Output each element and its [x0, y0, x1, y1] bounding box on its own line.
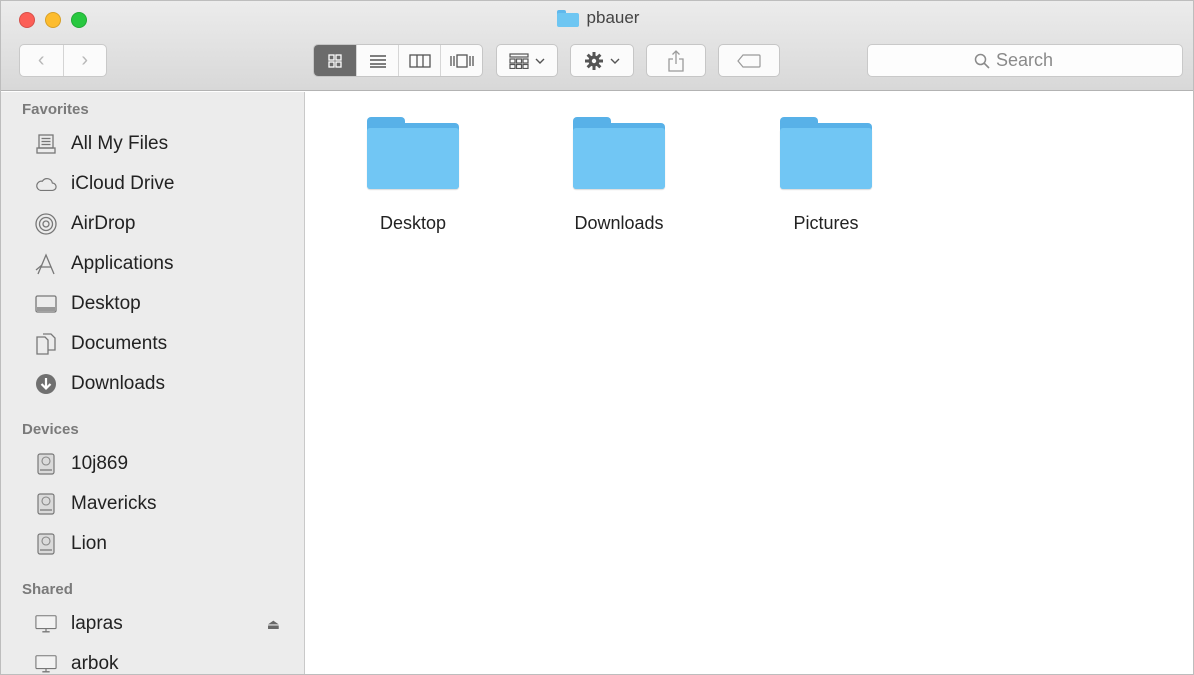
disk-icon	[35, 493, 57, 515]
sidebar-heading-favorites: Favorites	[22, 101, 89, 118]
forward-button[interactable]: ›	[62, 45, 107, 76]
arrange-button[interactable]	[496, 44, 558, 77]
finder-window: pbauer ‹ › Search Favorites All My Files…	[0, 0, 1194, 675]
sidebar-item-label: lapras	[71, 613, 123, 634]
title-toolbar: pbauer ‹ ›	[1, 1, 1193, 91]
sidebar-item-label: arbok	[71, 653, 119, 674]
folder-label: Downloads	[574, 213, 664, 233]
sidebar-item-documents[interactable]: Documents	[1, 324, 304, 364]
column-view-icon	[408, 53, 431, 68]
folder-icon	[780, 115, 872, 191]
sidebar-item-label: All My Files	[71, 133, 169, 154]
sidebar-item-10j869[interactable]: 10j869	[1, 444, 304, 484]
sidebar-item-airdrop[interactable]: AirDrop	[1, 204, 304, 244]
desktop-icon	[35, 293, 57, 315]
chevron-down-icon	[535, 58, 545, 64]
documents-icon	[35, 333, 57, 355]
list-view-button[interactable]	[356, 45, 398, 76]
search-field[interactable]	[867, 44, 1183, 77]
sidebar-item-label: Downloads	[71, 373, 165, 394]
list-view-icon	[369, 54, 386, 68]
folder-icon	[367, 115, 459, 191]
arrange-icon	[509, 52, 529, 69]
sidebar-item-label: 10j869	[71, 453, 129, 474]
window-title: pbauer	[1, 8, 1193, 28]
back-forward-group: ‹ ›	[19, 44, 107, 77]
folder-item-downloads[interactable]: Downloads	[549, 115, 689, 234]
action-button[interactable]	[570, 44, 634, 77]
sidebar-item-label: AirDrop	[71, 213, 136, 234]
all-files-icon	[35, 133, 57, 155]
disk-icon	[35, 453, 57, 475]
cloud-icon	[35, 173, 57, 195]
sidebar-item-icloud-drive[interactable]: iCloud Drive	[1, 164, 304, 204]
coverflow-view-button[interactable]	[440, 45, 482, 76]
tag-button[interactable]	[718, 44, 780, 77]
sidebar-item-desktop[interactable]: Desktop	[1, 284, 304, 324]
sidebar-heading-shared: Shared	[22, 581, 73, 598]
search-input[interactable]	[996, 50, 1076, 71]
folder-label: Pictures	[793, 213, 859, 233]
sidebar-item-label: Lion	[71, 533, 107, 554]
sidebar-item-downloads[interactable]: Downloads	[1, 364, 304, 404]
sidebar-item-all-my-files[interactable]: All My Files	[1, 124, 304, 164]
chevron-down-icon	[610, 58, 620, 64]
window-title-text: pbauer	[586, 8, 640, 27]
sidebar-item-applications[interactable]: Applications	[1, 244, 304, 284]
sidebar-item-label: Applications	[71, 253, 174, 274]
applications-icon	[35, 253, 57, 275]
eject-icon[interactable]: ⏏	[267, 616, 280, 633]
coverflow-view-icon	[449, 53, 474, 68]
gear-icon	[585, 51, 603, 70]
sidebar-item-mavericks[interactable]: Mavericks	[1, 484, 304, 524]
column-view-button[interactable]	[398, 45, 440, 76]
airdrop-icon	[35, 213, 57, 235]
sidebar-item-lapras[interactable]: lapras ⏏	[1, 604, 304, 644]
back-button[interactable]: ‹	[20, 45, 63, 76]
view-mode-group	[313, 44, 483, 77]
sidebar-item-label: iCloud Drive	[71, 173, 175, 194]
tag-icon	[737, 53, 761, 68]
sidebar-item-label: Desktop	[71, 293, 141, 314]
folder-icon	[573, 115, 665, 191]
folder-item-pictures[interactable]: Pictures	[756, 115, 896, 234]
file-browser-content: Desktop Downloads Pictures	[306, 92, 1193, 674]
share-button[interactable]	[646, 44, 706, 77]
sidebar-item-arbok[interactable]: arbok	[1, 644, 304, 674]
chevron-left-icon: ‹	[37, 49, 45, 71]
sidebar-item-label: Mavericks	[71, 493, 157, 514]
sidebar-heading-devices: Devices	[22, 421, 79, 438]
display-icon	[35, 653, 57, 674]
icon-view-icon	[328, 53, 342, 68]
sidebar: Favorites All My Files iCloud Drive AirD…	[1, 92, 305, 674]
sidebar-item-label: Documents	[71, 333, 168, 354]
display-icon	[35, 613, 57, 635]
folder-label: Desktop	[379, 213, 447, 233]
folder-icon	[556, 9, 579, 27]
chevron-right-icon: ›	[81, 49, 89, 71]
downloads-icon	[35, 373, 57, 395]
sidebar-item-lion[interactable]: Lion	[1, 524, 304, 564]
share-icon	[668, 49, 684, 72]
disk-icon	[35, 533, 57, 555]
search-icon	[974, 53, 990, 69]
icon-view-button[interactable]	[314, 45, 356, 76]
folder-item-desktop[interactable]: Desktop	[343, 115, 483, 234]
